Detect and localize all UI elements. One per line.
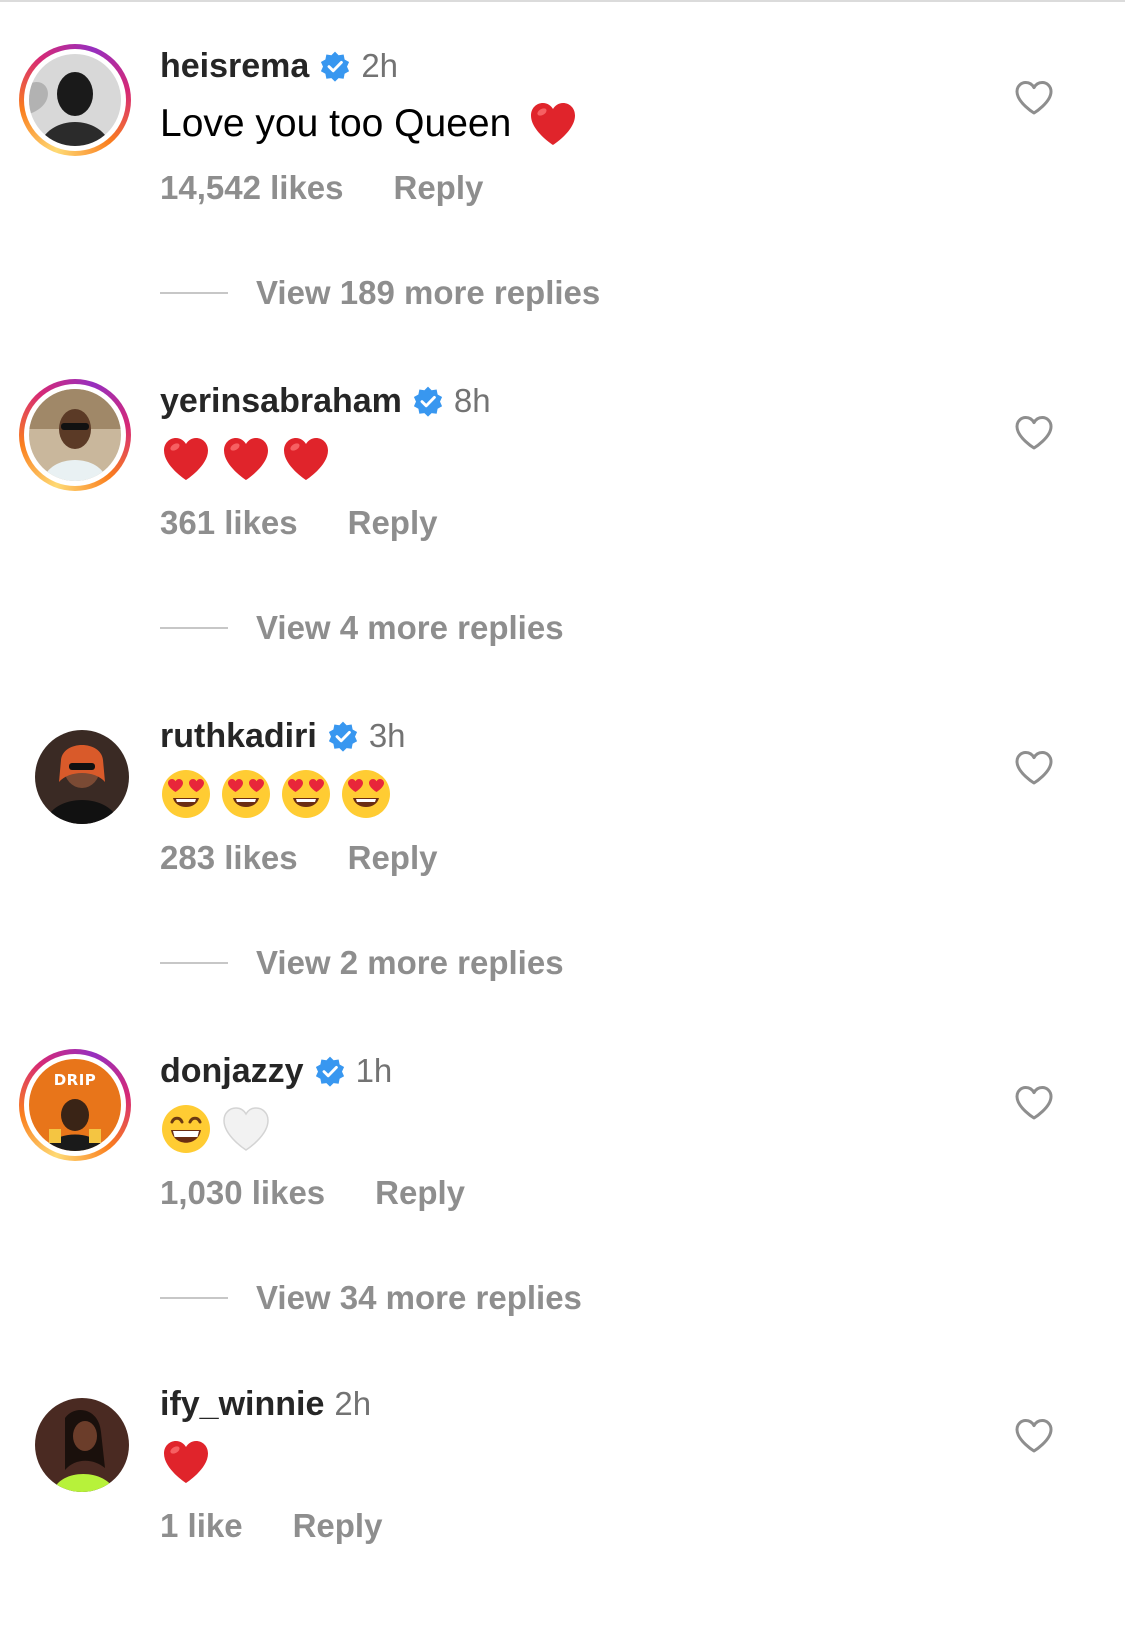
reply-button[interactable]: Reply <box>394 169 484 207</box>
comment-meta: 283 likes Reply <box>160 836 438 880</box>
comment-header: ify_winnie 2h <box>160 1382 371 1426</box>
replies-divider-line <box>160 1297 228 1299</box>
verified-badge-icon <box>319 50 351 82</box>
avatar-photo-icon <box>35 1398 129 1492</box>
comment-time: 2h <box>361 47 399 84</box>
comment-header: heisrema 2h <box>160 44 398 88</box>
avatar-photo-icon <box>35 730 129 824</box>
white-heart-icon <box>220 1103 272 1155</box>
avatar-photo-icon <box>29 389 121 481</box>
username-link[interactable]: ify_winnie <box>160 1385 324 1424</box>
view-more-replies-button[interactable]: View 189 more replies <box>160 271 600 315</box>
verified-badge-icon <box>327 720 359 752</box>
likes-count[interactable]: 283 likes <box>160 839 298 877</box>
red-heart-icon <box>280 433 332 485</box>
reply-button[interactable]: Reply <box>375 1174 465 1212</box>
heart-eyes-face-icon <box>340 768 392 820</box>
view-replies-label: View 4 more replies <box>256 609 564 646</box>
avatar-frame <box>35 1398 129 1492</box>
comment-text-content: Love you too Queen <box>160 102 512 145</box>
likes-count[interactable]: 1,030 likes <box>160 1174 325 1212</box>
avatar-story-ring[interactable] <box>19 44 131 156</box>
view-more-replies-button[interactable]: View 2 more replies <box>160 941 564 985</box>
comment-text: Love you too Queen <box>160 96 579 152</box>
avatar-story-ring[interactable]: DRIP <box>19 1049 131 1161</box>
avatar-story-ring[interactable] <box>19 379 131 491</box>
replies-divider-line <box>160 627 228 629</box>
avatar-brand-text: DRIP <box>53 1071 97 1089</box>
comment-emojis <box>160 431 340 487</box>
comment-emojis <box>160 1434 220 1490</box>
comment-item: ify_winnie 2h 1 like Reply <box>0 1338 1125 1544</box>
view-more-replies-button[interactable]: View 34 more replies <box>160 1276 582 1320</box>
like-heart-icon[interactable] <box>1014 1085 1054 1121</box>
verified-badge-icon <box>412 385 444 417</box>
comment-header: donjazzy 1h <box>160 1049 392 1093</box>
reply-button[interactable]: Reply <box>293 1507 383 1545</box>
like-heart-icon[interactable] <box>1014 415 1054 451</box>
heart-eyes-face-icon <box>160 768 212 820</box>
red-heart-icon <box>220 433 272 485</box>
comment-meta: 14,542 likes Reply <box>160 166 483 210</box>
comment-meta: 1 like Reply <box>160 1504 382 1548</box>
comment-time: 1h <box>355 1052 393 1089</box>
comment-item: DRIP donjazzy 1h 1,030 likes Reply <box>0 1005 1125 1211</box>
red-heart-icon <box>527 98 579 150</box>
avatar-container[interactable] <box>19 1382 131 1494</box>
avatar-ring-gap <box>24 49 126 151</box>
avatar-ring-gap: DRIP <box>24 1054 126 1156</box>
view-replies-label: View 2 more replies <box>256 944 564 981</box>
comment-item: heisrema 2h Love you too Queen 14,542 li… <box>0 0 1125 206</box>
red-heart-icon <box>160 1436 212 1488</box>
avatar-ring-gap <box>24 384 126 486</box>
avatar-container[interactable] <box>19 714 131 826</box>
avatar <box>35 1398 129 1492</box>
avatar-photo-icon <box>29 54 121 146</box>
like-heart-icon[interactable] <box>1014 80 1054 116</box>
comment-time: 2h <box>334 1385 372 1422</box>
username-link[interactable]: ruthkadiri <box>160 717 317 756</box>
avatar <box>29 389 121 481</box>
comment-emojis <box>160 766 400 822</box>
username-link[interactable]: heisrema <box>160 47 309 86</box>
avatar <box>29 54 121 146</box>
comment-header: yerinsabraham 8h <box>160 379 491 423</box>
avatar: DRIP <box>29 1059 121 1151</box>
avatar-frame <box>35 730 129 824</box>
comment-emojis <box>160 1101 280 1157</box>
username-link[interactable]: yerinsabraham <box>160 382 402 421</box>
reply-button[interactable]: Reply <box>348 839 438 877</box>
like-heart-icon[interactable] <box>1014 750 1054 786</box>
verified-badge-icon <box>314 1055 346 1087</box>
comment-meta: 1,030 likes Reply <box>160 1171 465 1215</box>
reply-button[interactable]: Reply <box>348 504 438 542</box>
comment-header: ruthkadiri 3h <box>160 714 406 758</box>
view-replies-label: View 189 more replies <box>256 274 601 311</box>
heart-eyes-face-icon <box>280 768 332 820</box>
view-more-replies-button[interactable]: View 4 more replies <box>160 606 564 650</box>
comment-time: 3h <box>368 717 406 754</box>
red-heart-icon <box>160 433 212 485</box>
likes-count[interactable]: 361 likes <box>160 504 298 542</box>
username-link[interactable]: donjazzy <box>160 1052 304 1091</box>
likes-count[interactable]: 1 like <box>160 1507 243 1545</box>
comment-meta: 361 likes Reply <box>160 501 438 545</box>
comment-item: ruthkadiri 3h 283 likes Reply <box>0 670 1125 876</box>
like-heart-icon[interactable] <box>1014 1418 1054 1454</box>
comment-item: yerinsabraham 8h 361 likes Reply <box>0 335 1125 541</box>
avatar <box>35 730 129 824</box>
grinning-face-icon <box>160 1103 212 1155</box>
replies-divider-line <box>160 962 228 964</box>
likes-count[interactable]: 14,542 likes <box>160 169 344 207</box>
replies-divider-line <box>160 292 228 294</box>
heart-eyes-face-icon <box>220 768 272 820</box>
view-replies-label: View 34 more replies <box>256 1279 582 1316</box>
comment-time: 8h <box>453 382 491 419</box>
